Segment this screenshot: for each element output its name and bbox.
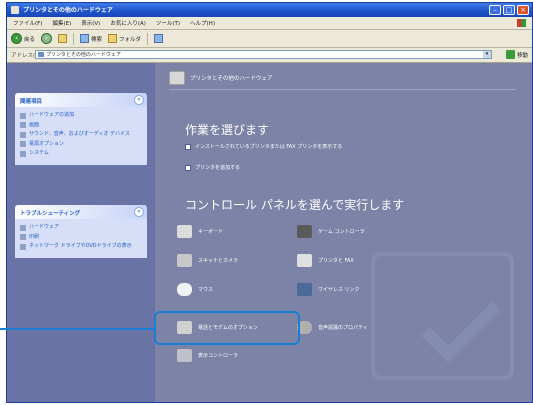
panel-title: 関連項目 <box>20 99 43 105</box>
link-system[interactable]: システム <box>20 150 142 157</box>
sound-icon <box>20 131 26 138</box>
cp-display-controller[interactable]: 表示コントローラ <box>177 349 238 362</box>
forward-arrow-icon[interactable]: › <box>41 33 53 44</box>
menu-edit[interactable]: 編集(E) <box>52 19 71 27</box>
joystick-icon <box>297 225 312 238</box>
cp-game-controllers[interactable]: ゲーム コントローラ <box>297 225 364 238</box>
related-topics-panel: 関連項目 « ハードウェアの追加 画面 サウンド、音声、およびオーディオ デバイ… <box>15 93 147 165</box>
cp-keyboard[interactable]: キーボード <box>177 225 223 238</box>
cp-mouse[interactable]: マウス <box>177 283 213 296</box>
menu-bar: ファイル(F) 編集(E) 表示(V) お気に入り(A) ツール(T) ヘルプ(… <box>7 17 532 30</box>
printer-hardware-icon <box>169 71 185 85</box>
link-troubleshoot-hardware[interactable]: ハードウェア <box>20 224 142 231</box>
menu-favorites[interactable]: お気に入り(A) <box>110 19 146 27</box>
up-folder-icon[interactable] <box>58 34 68 43</box>
monitor-icon <box>177 349 192 362</box>
task-pane: 関連項目 « ハードウェアの追加 画面 サウンド、音声、およびオーディオ デバイ… <box>7 63 155 402</box>
collapse-chevron-icon[interactable]: « <box>134 207 144 217</box>
cp-speech-properties[interactable]: 音声認識のプロパティ <box>297 321 368 334</box>
category-header-text: プリンタとその他のハードウェア <box>190 76 273 82</box>
help-icon <box>20 234 26 240</box>
help-icon <box>20 243 26 250</box>
link-sound[interactable]: サウンド、音声、およびオーディオ デバイス <box>20 131 142 138</box>
toolbar-separator <box>147 32 149 45</box>
address-dropdown-button[interactable]: ▾ <box>483 51 491 58</box>
cp-printers-fax[interactable]: プリンタと FAX <box>297 254 354 267</box>
display-icon <box>20 122 26 128</box>
mouse-icon <box>177 283 192 296</box>
content-area: 関連項目 « ハードウェアの追加 画面 サウンド、音声、およびオーディオ デバイ… <box>7 63 532 402</box>
toolbar: ‹ 戻る › 検索 フォルダ <box>7 30 532 48</box>
go-arrow-icon <box>505 50 515 59</box>
task-arrow-icon <box>185 143 191 150</box>
folder-icon <box>11 6 19 14</box>
back-arrow-icon: ‹ <box>11 33 22 44</box>
power-icon <box>20 141 26 147</box>
panel-header[interactable]: トラブルシューティング « <box>15 205 147 219</box>
link-display[interactable]: 画面 <box>20 122 142 128</box>
menu-tools[interactable]: ツール(T) <box>156 19 180 27</box>
task-view-printers[interactable]: インストールされているプリンタまたは FAX プリンタを表示する <box>185 143 342 150</box>
maximize-button[interactable]: □ <box>503 5 515 15</box>
menu-view[interactable]: 表示(V) <box>81 19 100 27</box>
collapse-chevron-icon[interactable]: « <box>134 95 144 105</box>
address-input[interactable]: プリンタとその他のハードウェア ▾ <box>35 50 492 59</box>
callout-leader-line <box>0 328 155 330</box>
hardware-icon <box>20 112 26 119</box>
system-icon <box>20 150 26 157</box>
window-title: プリンタとその他のハードウェア <box>23 7 113 14</box>
pick-task-title: 作業を選びます <box>185 123 270 137</box>
main-pane: プリンタとその他のハードウェア 作業を選びます インストールされているプリンタま… <box>155 63 532 402</box>
task-arrow-icon <box>185 164 191 171</box>
panel-title: トラブルシューティング <box>20 211 81 217</box>
title-bar[interactable]: プリンタとその他のハードウェア – □ × <box>7 3 532 17</box>
windows-logo-icon <box>517 19 526 27</box>
category-header: プリンタとその他のハードウェア <box>169 71 272 85</box>
views-icon[interactable] <box>154 34 164 43</box>
link-power-options[interactable]: 電源オプション <box>20 141 142 147</box>
address-value: プリンタとその他のハードウェア <box>46 52 121 58</box>
wireless-icon <box>297 283 312 296</box>
link-troubleshoot-drives[interactable]: ネットワーク ドライブやDVDドライブの表示 <box>20 243 142 250</box>
window-controls: – □ × <box>489 5 529 15</box>
scanner-icon <box>177 254 192 267</box>
panel-body: ハードウェアの追加 画面 サウンド、音声、およびオーディオ デバイス 電源オプシ… <box>15 107 147 165</box>
toolbar-separator <box>73 32 75 45</box>
callout-highlight-box <box>154 311 300 345</box>
pick-control-panel-title: コントロール パネルを選んで実行します <box>185 198 405 212</box>
minimize-button[interactable]: – <box>489 5 501 15</box>
header-divider <box>169 89 516 90</box>
link-troubleshoot-printing[interactable]: 印刷 <box>20 234 142 240</box>
help-icon <box>20 224 26 231</box>
menu-file[interactable]: ファイル(F) <box>13 19 42 27</box>
folders-icon <box>108 34 118 43</box>
panel-body: ハードウェア 印刷 ネットワーク ドライブやDVDドライブの表示 <box>15 219 147 258</box>
link-add-hardware[interactable]: ハードウェアの追加 <box>20 112 142 119</box>
task-add-printer[interactable]: プリンタを追加する <box>185 164 240 171</box>
control-panel-icon <box>38 52 44 57</box>
search-icon <box>80 34 90 43</box>
keyboard-icon <box>177 225 192 238</box>
go-button[interactable]: 移動 <box>505 50 528 59</box>
printer-icon <box>297 254 312 267</box>
cp-scanners-cameras[interactable]: スキャナとカメラ <box>177 254 238 267</box>
folders-button[interactable]: フォルダ <box>108 34 141 43</box>
panel-header[interactable]: 関連項目 « <box>15 93 147 107</box>
troubleshooting-panel: トラブルシューティング « ハードウェア 印刷 ネットワーク ドライブやDVDド… <box>15 205 147 258</box>
search-button[interactable]: 検索 <box>80 34 102 43</box>
menu-help[interactable]: ヘルプ(H) <box>190 19 215 27</box>
cp-wireless-link[interactable]: ワイヤレス リンク <box>297 283 359 296</box>
back-button[interactable]: ‹ 戻る <box>11 33 35 44</box>
close-button[interactable]: × <box>517 5 529 15</box>
address-bar: アドレス(D) プリンタとその他のハードウェア ▾ 移動 <box>7 48 532 63</box>
